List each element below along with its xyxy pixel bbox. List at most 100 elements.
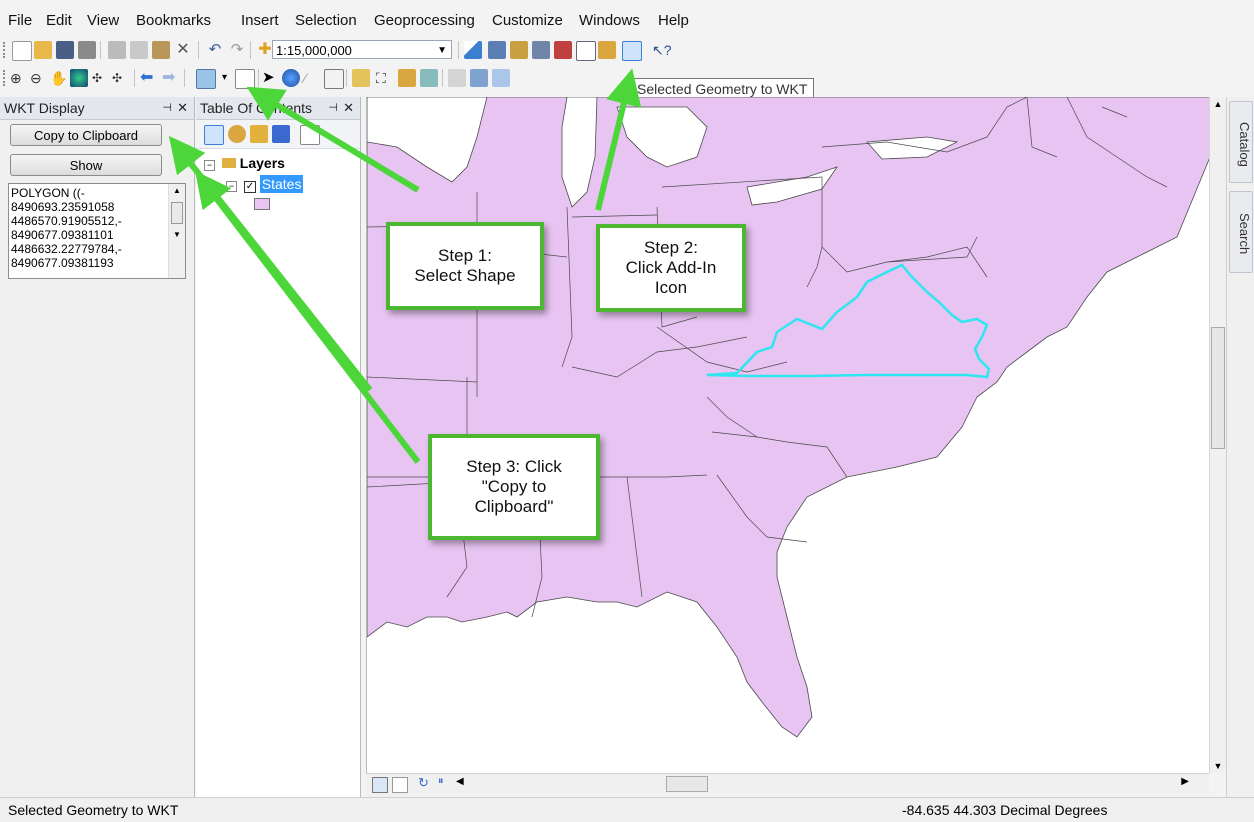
menu-selection[interactable]: Selection xyxy=(295,8,357,34)
model-builder-icon[interactable] xyxy=(598,41,616,59)
wkt-scrollbar[interactable]: ▲ ▼ xyxy=(168,184,185,278)
pan-icon[interactable]: ✋ xyxy=(50,69,68,87)
save-icon[interactable] xyxy=(56,41,74,59)
scroll-down-icon[interactable]: ▼ xyxy=(1210,759,1226,773)
toolbar-grip[interactable] xyxy=(3,70,9,86)
new-document-icon[interactable] xyxy=(12,41,32,61)
search-window-icon[interactable] xyxy=(532,41,550,59)
wkt-panel-title: WKT Display xyxy=(4,100,85,116)
full-extent-icon[interactable] xyxy=(70,69,88,87)
select-elements-icon[interactable]: ➤ xyxy=(262,69,280,87)
undo-icon[interactable]: ↶ xyxy=(206,41,224,59)
magnifier-icon[interactable] xyxy=(492,69,510,87)
find-route-icon[interactable] xyxy=(398,69,416,87)
list-by-source-icon[interactable] xyxy=(228,125,246,143)
open-folder-icon[interactable] xyxy=(34,41,52,59)
catalog-tab[interactable]: Catalog xyxy=(1229,101,1253,183)
close-icon[interactable]: ✕ xyxy=(177,97,188,119)
whats-this-icon[interactable]: ↖? xyxy=(652,41,672,59)
list-by-visibility-icon[interactable] xyxy=(250,125,268,143)
scroll-up-icon[interactable]: ▲ xyxy=(1210,97,1226,111)
states-layer[interactable]: − ✓ States xyxy=(204,173,304,195)
standard-toolbar: ✕ ↶ ↷ ✚ 1:15,000,000 ▼ ↖? xyxy=(0,36,1254,64)
menu-geoprocessing[interactable]: Geoprocessing xyxy=(374,8,475,34)
fixed-zoom-out-icon[interactable]: ✣ xyxy=(112,69,130,87)
table-of-contents-panel: Table Of Contents ⊣ ✕ − Layers − ✓ State… xyxy=(196,97,361,797)
delete-icon[interactable]: ✕ xyxy=(174,41,192,59)
python-window-icon[interactable] xyxy=(576,41,596,61)
layers-icon xyxy=(221,158,236,168)
map-vertical-scrollbar[interactable]: ▲ ▼ xyxy=(1209,97,1226,773)
data-view-icon[interactable] xyxy=(372,777,388,793)
toolbar-grip[interactable] xyxy=(3,42,9,58)
zoom-out-icon[interactable]: ⊖ xyxy=(30,69,48,87)
fixed-zoom-in-icon[interactable]: ✣ xyxy=(92,69,110,87)
paste-icon[interactable] xyxy=(152,41,170,59)
menu-file[interactable]: File xyxy=(8,8,32,34)
scroll-right-icon[interactable]: ▶ xyxy=(1181,776,1189,787)
menu-customize[interactable]: Customize xyxy=(492,8,563,34)
pin-icon[interactable]: ⊣ xyxy=(328,97,338,119)
catalog-window-icon[interactable] xyxy=(510,41,528,59)
wkt-textbox[interactable]: POLYGON ((- 8490693.23591058 4486570.919… xyxy=(8,183,186,279)
map-scale-dropdown[interactable]: 1:15,000,000 ▼ xyxy=(272,40,452,59)
wkt-line: 8490677.09381193 xyxy=(11,256,114,270)
layer-visibility-checkbox[interactable]: ✓ xyxy=(243,181,256,193)
selected-geometry-to-wkt-icon[interactable] xyxy=(622,41,642,61)
close-icon[interactable]: ✕ xyxy=(343,97,354,119)
menu-view[interactable]: View xyxy=(87,8,119,34)
collapse-icon[interactable]: − xyxy=(204,160,215,171)
hyperlink-icon[interactable]: ⁄ xyxy=(304,69,322,87)
identify-icon[interactable] xyxy=(282,69,300,87)
states-symbol[interactable] xyxy=(204,195,303,213)
callout-step-3-text: Step 3: Click "Copy to Clipboard" xyxy=(466,457,562,516)
time-slider-icon[interactable] xyxy=(448,69,466,87)
menu-help[interactable]: Help xyxy=(658,8,689,34)
redo-icon[interactable]: ↷ xyxy=(228,41,246,59)
search-tab[interactable]: Search xyxy=(1229,191,1253,273)
map-scale-value: 1:15,000,000 xyxy=(276,43,352,58)
options-icon[interactable] xyxy=(300,125,320,145)
collapse-icon[interactable]: − xyxy=(226,181,237,192)
wkt-line: 4486570.91905512,- xyxy=(11,214,122,228)
table-of-contents-icon[interactable] xyxy=(488,41,506,59)
go-to-xy-icon[interactable] xyxy=(420,69,438,87)
copy-icon[interactable] xyxy=(130,41,148,59)
create-viewer-window-icon[interactable] xyxy=(470,69,488,87)
layout-view-icon[interactable] xyxy=(392,777,408,793)
map-bottom-bar: ↻ ⏸ ◀ ▶ xyxy=(366,773,1209,796)
layers-group[interactable]: − Layers xyxy=(204,153,303,173)
scroll-left-icon[interactable]: ◀ xyxy=(456,776,464,787)
editor-toolbar-icon[interactable] xyxy=(464,41,482,59)
status-bar: Selected Geometry to WKT -84.635 44.303 … xyxy=(0,797,1254,822)
back-extent-icon[interactable]: ⬅ xyxy=(140,69,158,87)
show-button[interactable]: Show xyxy=(10,154,162,176)
arctoolbox-icon[interactable] xyxy=(554,41,572,59)
catalog-tab-label: Catalog xyxy=(1237,121,1252,167)
cut-icon[interactable] xyxy=(108,41,126,59)
pin-icon[interactable]: ⊣ xyxy=(162,97,172,119)
layers-label: Layers xyxy=(239,155,285,171)
menu-bookmarks[interactable]: Bookmarks xyxy=(136,8,211,34)
find-icon[interactable]: ⛶ xyxy=(376,69,394,87)
zoom-in-icon[interactable]: ⊕ xyxy=(10,69,28,87)
states-layer-label[interactable]: States xyxy=(259,175,304,193)
states-land[interactable] xyxy=(367,97,1210,738)
list-by-selection-icon[interactable] xyxy=(272,125,290,143)
menu-insert[interactable]: Insert xyxy=(241,8,279,34)
scroll-thumb[interactable] xyxy=(1211,327,1225,449)
list-by-drawing-order-icon[interactable] xyxy=(204,125,224,145)
menu-edit[interactable]: Edit xyxy=(46,8,72,34)
measure-icon[interactable] xyxy=(352,69,370,87)
callout-step-2-text: Step 2: Click Add-In Icon xyxy=(625,238,717,297)
forward-extent-icon[interactable]: ➡ xyxy=(162,69,180,87)
pause-drawing-icon[interactable]: ⏸ xyxy=(438,775,444,788)
html-popup-icon[interactable] xyxy=(324,69,344,89)
clear-selection-icon[interactable] xyxy=(235,69,255,89)
horizontal-scroll-thumb[interactable] xyxy=(666,776,708,792)
menu-windows[interactable]: Windows xyxy=(579,8,640,34)
copy-to-clipboard-button[interactable]: Copy to Clipboard xyxy=(10,124,162,146)
refresh-icon[interactable]: ↻ xyxy=(418,775,429,791)
select-features-icon[interactable] xyxy=(196,69,216,89)
print-icon[interactable] xyxy=(78,41,96,59)
